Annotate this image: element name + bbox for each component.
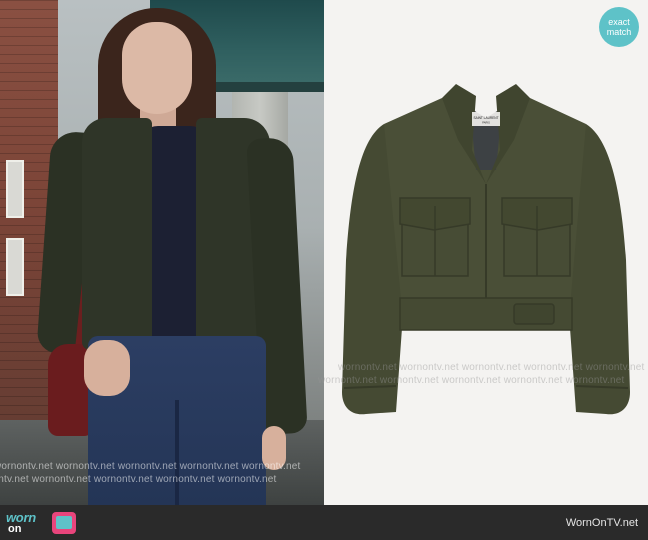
badge-line1: exact: [608, 17, 630, 27]
watermark-row: wornontv.net wornontv.net wornontv.net w…: [318, 375, 625, 386]
window: [6, 238, 24, 296]
jacket-front-left: [82, 118, 152, 350]
cropped-jacket-illustration: SAINT LAURENT PARIS: [342, 84, 630, 415]
watermark-row: wornontv.net wornontv.net wornontv.net w…: [338, 362, 645, 373]
tv-screen-icon: [56, 516, 72, 529]
hand-left: [84, 340, 130, 396]
exact-match-badge: exact match: [599, 7, 639, 47]
face: [122, 22, 192, 114]
brand-label-line1: SAINT LAURENT: [473, 116, 498, 120]
product-photo: SAINT LAURENT PARIS wornontv.net wornont…: [318, 0, 648, 505]
watermark-row: wornontv.net wornontv.net wornontv.net w…: [0, 474, 277, 485]
jeans-inseam: [175, 400, 179, 505]
wornontv-logo[interactable]: worn on: [6, 510, 86, 536]
badge-line2: match: [606, 27, 632, 37]
window: [6, 160, 24, 218]
brand-label-line2: PARIS: [482, 121, 490, 125]
logo-text-on: on: [8, 523, 22, 535]
site-url[interactable]: WornOnTV.net: [566, 517, 638, 529]
show-still-photo: wornontv.net wornontv.net wornontv.net w…: [0, 0, 324, 505]
watermark-row: wornontv.net wornontv.net wornontv.net w…: [0, 461, 301, 472]
footer-bar: worn on WornOnTV.net: [0, 505, 648, 540]
